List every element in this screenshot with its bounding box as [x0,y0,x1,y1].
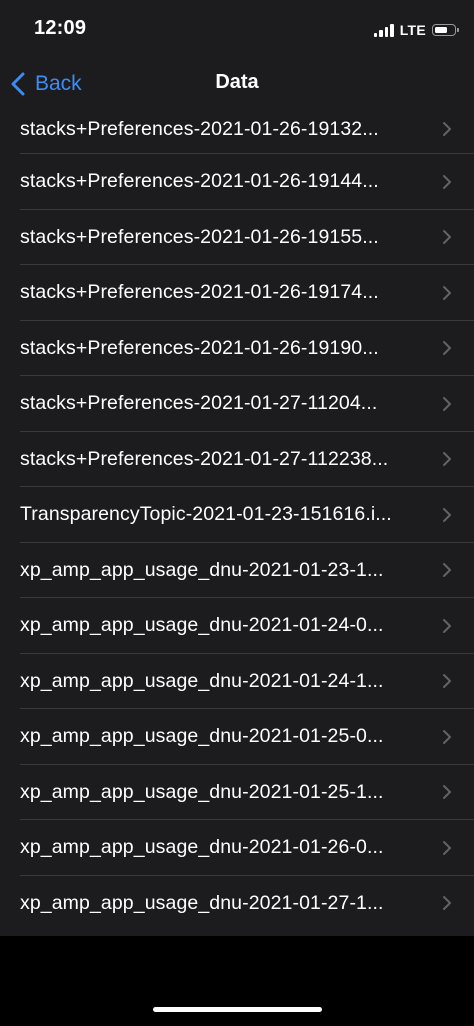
chevron-right-icon [443,618,451,633]
home-indicator[interactable] [153,1007,322,1012]
chevron-right-icon [443,840,451,855]
list-item[interactable]: xp_amp_app_usage_dnu-2021-01-25-1... [0,765,474,821]
chevron-right-icon [443,285,451,300]
page-title: Data [215,71,259,93]
chevron-right-icon [443,507,451,522]
file-name-label: stacks+Preferences-2021-01-26-19132... [20,117,379,140]
file-name-label: stacks+Preferences-2021-01-26-19144... [20,170,379,193]
list-item[interactable]: stacks+Preferences-2021-01-26-19155... [0,210,474,266]
battery-fill [434,26,448,33]
list-item[interactable]: stacks+Preferences-2021-01-26-19132... [0,104,474,154]
chevron-right-icon [443,563,451,578]
screen: 12:09 LTE Back Data stacks+Preferences-2… [0,0,474,1026]
cellular-signal-icon [373,23,394,37]
file-list: stacks+Preferences-2021-01-26-19132... st… [0,104,474,936]
list-item[interactable]: stacks+Preferences-2021-01-27-112238... [0,432,474,488]
list-item[interactable]: xp_amp_app_usage_dnu-2021-01-23-1... [0,543,474,599]
chevron-right-icon [443,785,451,800]
status-bar: 12:09 LTE [0,0,474,58]
file-name-label: stacks+Preferences-2021-01-26-19155... [20,225,379,248]
list-item[interactable]: xp_amp_app_usage_dnu-2021-01-24-0... [0,598,474,654]
list-item[interactable]: TransparencyTopic-2021-01-23-151616.i... [0,487,474,543]
file-name-label: xp_amp_app_usage_dnu-2021-01-26-0... [20,836,384,859]
file-name-label: stacks+Preferences-2021-01-27-112238... [20,447,389,470]
status-time: 12:09 [34,17,87,39]
chevron-right-icon [443,896,451,911]
file-name-label: xp_amp_app_usage_dnu-2021-01-24-0... [20,614,384,637]
file-name-label: xp_amp_app_usage_dnu-2021-01-27-1... [20,891,384,914]
battery-icon [432,24,459,36]
file-name-label: xp_amp_app_usage_dnu-2021-01-24-1... [20,669,384,692]
file-name-label: stacks+Preferences-2021-01-26-19190... [20,336,379,359]
chevron-right-icon [443,341,451,356]
file-name-label: TransparencyTopic-2021-01-23-151616.i... [20,503,392,526]
list-item[interactable]: xp_amp_app_usage_dnu-2021-01-24-1... [0,654,474,710]
navigation-bar: Back Data [0,58,474,110]
file-name-label: stacks+Preferences-2021-01-26-19174... [20,281,379,304]
file-name-label: xp_amp_app_usage_dnu-2021-01-25-1... [20,780,384,803]
status-indicators: LTE [373,20,459,40]
chevron-right-icon [443,396,451,411]
network-label: LTE [399,22,426,38]
chevron-right-icon [443,452,451,467]
list-item[interactable]: stacks+Preferences-2021-01-27-11204... [0,376,474,432]
chevron-right-icon [443,729,451,744]
chevron-right-icon [443,674,451,689]
file-name-label: xp_amp_app_usage_dnu-2021-01-25-0... [20,725,384,748]
file-name-label: stacks+Preferences-2021-01-27-11204... [20,392,378,415]
list-item[interactable]: stacks+Preferences-2021-01-26-19144... [0,154,474,210]
chevron-right-icon [443,230,451,245]
list-item[interactable]: xp_amp_app_usage_dnu-2021-01-25-0... [0,709,474,765]
list-item[interactable]: xp_amp_app_usage_dnu-2021-01-27-1... [0,876,474,932]
file-name-label: xp_amp_app_usage_dnu-2021-01-23-1... [20,558,384,581]
list-item[interactable]: stacks+Preferences-2021-01-26-19190... [0,321,474,377]
list-item[interactable]: xp_amp_app_usage_dnu-2021-01-26-0... [0,820,474,876]
chevron-right-icon [443,174,451,189]
list-item[interactable]: stacks+Preferences-2021-01-26-19174... [0,265,474,321]
chevron-right-icon [443,122,451,136]
